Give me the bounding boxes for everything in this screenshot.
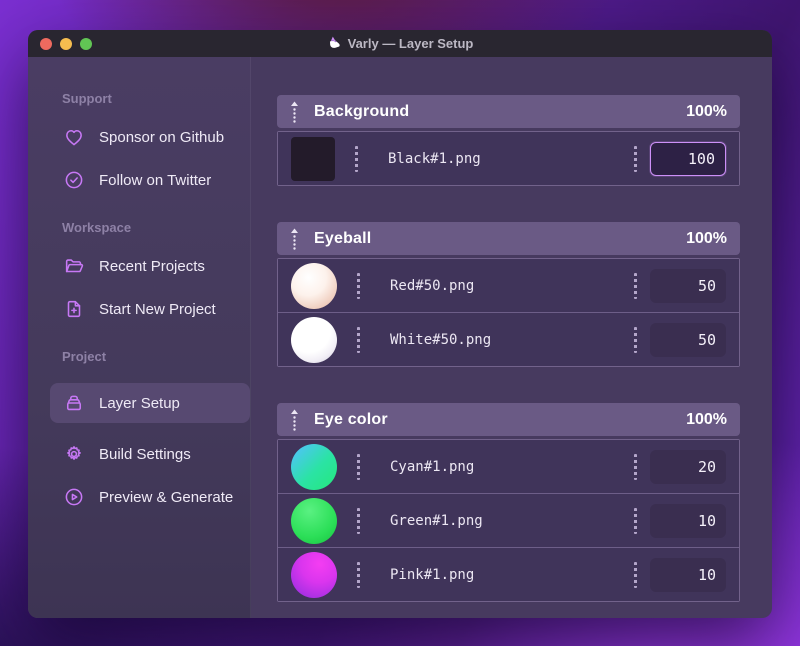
dashed-divider <box>634 453 637 480</box>
group-title: Background <box>314 102 410 120</box>
layer-weight-input[interactable] <box>650 557 726 592</box>
dashed-divider <box>357 507 360 534</box>
unicorn-app-icon <box>327 36 342 51</box>
group-weight: 100% <box>686 410 727 428</box>
minimize-window-button[interactable] <box>60 37 72 50</box>
layer-weight-input[interactable] <box>650 268 726 303</box>
dashed-divider <box>357 453 360 480</box>
sidebar-item-label: Sponsor on Github <box>99 128 225 146</box>
layer-group-background: Background 100% Black#1.png <box>277 95 740 186</box>
close-window-button[interactable] <box>40 37 52 50</box>
sidebar: Support Sponsor on Github Follow on Twit… <box>28 57 251 618</box>
layer-filename: Red#50.png <box>390 277 475 294</box>
group-weight: 100% <box>686 102 727 120</box>
layer-row: Green#1.png <box>278 493 739 547</box>
sidebar-item-label: Recent Projects <box>99 257 205 275</box>
layer-thumbnail <box>291 443 337 490</box>
dashed-divider <box>634 561 637 588</box>
dashed-divider <box>355 145 358 172</box>
layer-group-eyeball: Eyeball 100% Red#50.png 50 White#50.png … <box>277 222 740 367</box>
drag-handle-icon[interactable] <box>290 101 299 123</box>
layer-weight-input[interactable] <box>650 322 726 357</box>
layer-thumbnail <box>291 497 337 544</box>
layer-list-panel[interactable]: Background 100% Black#1.png 100 Eyeball … <box>251 57 772 618</box>
window-title: Varly — Layer Setup <box>347 36 474 51</box>
layer-thumbnail <box>291 136 335 181</box>
group-weight: 100% <box>686 229 727 247</box>
drag-handle-icon[interactable] <box>290 409 299 431</box>
sidebar-item-build-settings[interactable]: Build Settings <box>62 442 250 466</box>
layer-weight-input[interactable] <box>650 141 726 176</box>
layer-weight-input[interactable] <box>650 449 726 484</box>
layer-row: Pink#1.png <box>278 547 739 601</box>
sidebar-item-layer-setup[interactable]: Layer Setup <box>50 383 250 423</box>
sidebar-item-label: Follow on Twitter <box>99 171 212 189</box>
sidebar-section-support: Support <box>62 91 112 106</box>
layer-weight-input[interactable] <box>650 503 726 538</box>
group-header: Eye color 100% <box>277 403 740 436</box>
dashed-divider <box>357 561 360 588</box>
sidebar-item-recent-projects[interactable]: Recent Projects <box>62 254 250 278</box>
layer-row: Black#1.png <box>278 132 739 185</box>
layer-row: Cyan#1.png <box>278 440 739 493</box>
sidebar-item-label: Build Settings <box>99 445 191 463</box>
sidebar-item-label: Preview & Generate <box>99 488 234 506</box>
sidebar-item-preview-generate[interactable]: Preview & Generate <box>62 485 250 509</box>
sidebar-item-label: Layer Setup <box>99 394 180 412</box>
layer-thumbnail <box>291 262 337 309</box>
layer-group-eye-color: Eye color 100% Cyan#1.png 20 Green#1.png… <box>277 403 740 602</box>
group-title: Eye color <box>314 410 388 428</box>
sidebar-item-follow-twitter[interactable]: Follow on Twitter <box>62 168 250 192</box>
layer-row: White#50.png <box>278 312 739 366</box>
layer-filename: Pink#1.png <box>390 566 475 583</box>
sidebar-section-workspace: Workspace <box>62 220 132 235</box>
dashed-divider <box>634 507 637 534</box>
sidebar-item-sponsor-github[interactable]: Sponsor on Github <box>62 125 250 149</box>
dashed-divider <box>634 326 637 353</box>
dashed-divider <box>357 326 360 353</box>
dashed-divider <box>357 272 360 299</box>
sidebar-section-project: Project <box>62 349 107 364</box>
drag-handle-icon[interactable] <box>290 228 299 250</box>
layer-thumbnail <box>291 551 337 598</box>
sidebar-item-label: Start New Project <box>99 300 216 318</box>
zoom-window-button[interactable] <box>80 37 92 50</box>
layer-filename: Green#1.png <box>390 512 483 529</box>
layer-thumbnail <box>291 316 337 363</box>
file-plus-icon <box>62 297 86 321</box>
heart-icon <box>62 125 86 149</box>
title-bar: Varly — Layer Setup <box>28 30 772 57</box>
dashed-divider <box>634 145 637 172</box>
folder-open-icon <box>62 254 86 278</box>
group-header: Background 100% <box>277 95 740 128</box>
badge-check-icon <box>62 168 86 192</box>
archive-box-icon <box>62 391 86 415</box>
layer-filename: Cyan#1.png <box>390 458 475 475</box>
window-controls <box>40 30 92 57</box>
window-title-area: Varly — Layer Setup <box>327 36 474 51</box>
dashed-divider <box>634 272 637 299</box>
layer-filename: White#50.png <box>390 331 492 348</box>
layer-row: Red#50.png <box>278 259 739 312</box>
group-header: Eyeball 100% <box>277 222 740 255</box>
layer-filename: Black#1.png <box>388 150 481 167</box>
group-title: Eyeball <box>314 229 372 247</box>
gear-icon <box>62 442 86 466</box>
play-circle-icon <box>62 485 86 509</box>
sidebar-item-start-new-project[interactable]: Start New Project <box>62 297 250 321</box>
app-window: Varly — Layer Setup Support Sponsor on G… <box>28 30 772 618</box>
